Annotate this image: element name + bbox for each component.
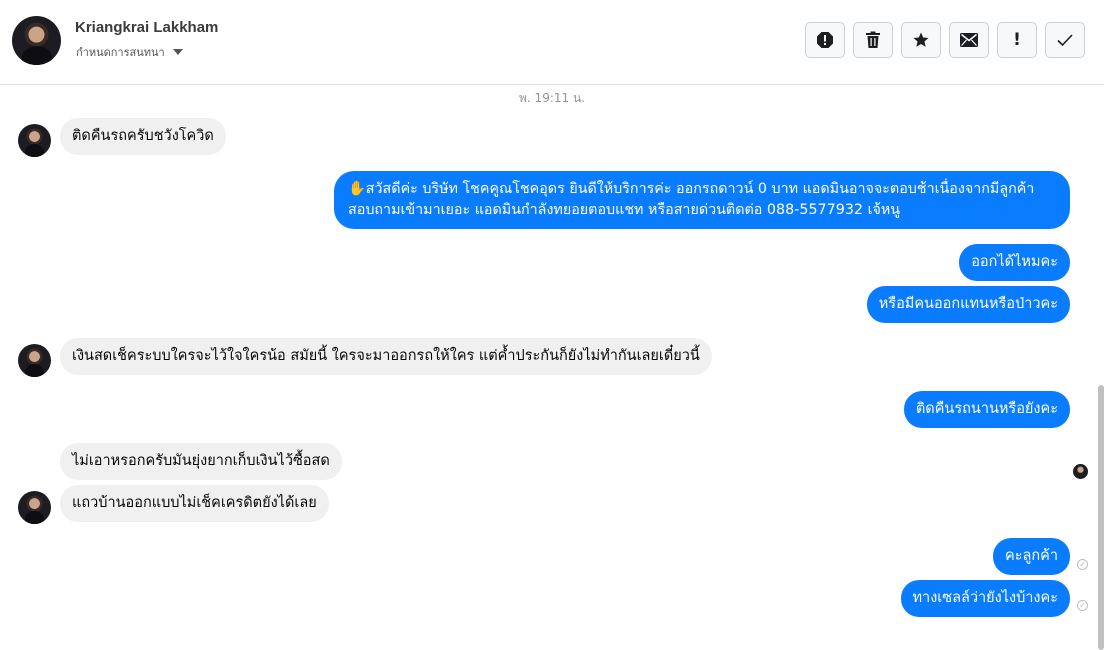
sender-avatar[interactable] — [18, 491, 51, 524]
message-row: ไม่เอาหรอกครับมันยุ่งยากเก็บเงินไว้ซื้อส… — [0, 443, 1104, 481]
conversation-label: กำหนดการสนทนา — [76, 46, 165, 59]
report-button[interactable] — [805, 22, 845, 58]
envelope-icon — [960, 33, 978, 47]
scrollbar[interactable] — [1098, 385, 1104, 650]
outgoing-message[interactable]: ✋สวัสดีค่ะ บริษัท โชคคูณโชคอุดร ยินดีให้… — [334, 171, 1070, 229]
sent-check-icon: ✓ — [1077, 600, 1088, 611]
seen-by-avatar — [1073, 464, 1088, 479]
incoming-message[interactable]: ไม่เอาหรอกครับมันยุ่งยากเก็บเงินไว้ซื้อส… — [60, 443, 342, 480]
message-row: เงินสดเช็คระบบใครจะไว้ใจใครน้อ สมัยนี้ ใ… — [0, 338, 1104, 377]
follow-up-button[interactable]: ! — [997, 22, 1037, 58]
message-row: คะลูกค้า — [0, 538, 1104, 576]
mark-done-button[interactable] — [1045, 22, 1085, 58]
message-row: ติดคืนรถนานหรือยังคะ — [0, 391, 1104, 429]
outgoing-message[interactable]: ทางเซลล์ว่ายังไงบ้างคะ — [900, 580, 1070, 617]
delete-button[interactable] — [853, 22, 893, 58]
header-toolbar: ! — [805, 22, 1085, 58]
incoming-message[interactable]: ติดคืนรถครับชวังโควิด — [60, 118, 226, 155]
conversation-header: Kriangkrai Lakkham กำหนดการสนทนา ! — [0, 0, 1104, 85]
trash-icon — [866, 31, 880, 48]
message-row: หรือมีคนออกแทนหรือป่าวคะ — [0, 286, 1104, 324]
message-row: แถวบ้านออกแบบไม่เช็คเครดิตยังได้เลย — [0, 485, 1104, 524]
message-row: ออกได้ไหมคะ — [0, 244, 1104, 282]
star-icon — [913, 32, 929, 47]
sender-avatar[interactable] — [18, 344, 51, 377]
conversation-label-dropdown[interactable]: กำหนดการสนทนา — [76, 43, 183, 61]
check-icon — [1057, 34, 1073, 47]
outgoing-message[interactable]: ออกได้ไหมคะ — [959, 244, 1070, 281]
report-icon — [817, 32, 833, 48]
outgoing-message[interactable]: คะลูกค้า — [993, 538, 1070, 575]
contact-name[interactable]: Kriangkrai Lakkham — [75, 19, 218, 36]
message-row: ติดคืนรถครับชวังโควิด — [0, 118, 1104, 157]
exclamation-icon: ! — [1013, 30, 1021, 50]
message-timestamp: พ. 19:11 น. — [519, 91, 585, 105]
contact-avatar[interactable] — [12, 16, 61, 65]
incoming-message[interactable]: แถวบ้านออกแบบไม่เช็คเครดิตยังได้เลย — [60, 485, 329, 522]
outgoing-message[interactable]: ติดคืนรถนานหรือยังคะ — [903, 391, 1070, 428]
star-button[interactable] — [901, 22, 941, 58]
message-row: ทางเซลล์ว่ายังไงบ้างคะ — [0, 580, 1104, 618]
incoming-message[interactable]: เงินสดเช็คระบบใครจะไว้ใจใครน้อ สมัยนี้ ใ… — [60, 338, 712, 375]
outgoing-message[interactable]: หรือมีคนออกแทนหรือป่าวคะ — [866, 286, 1070, 323]
caret-down-icon — [172, 49, 183, 55]
message-row: ✋สวัสดีค่ะ บริษัท โชคคูณโชคอุดร ยินดีให้… — [0, 171, 1104, 229]
mark-unread-button[interactable] — [949, 22, 989, 58]
sender-avatar[interactable] — [18, 124, 51, 157]
sent-check-icon: ✓ — [1077, 559, 1088, 570]
